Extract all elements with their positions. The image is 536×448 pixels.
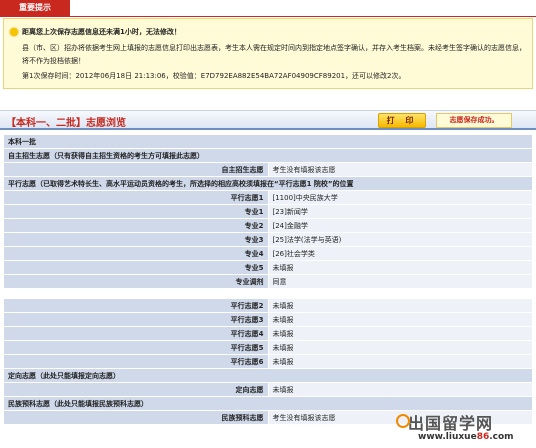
- table-row: 自主招生志愿 考生没有填报该志愿: [3, 162, 533, 177]
- row-label: 专业1: [3, 204, 269, 219]
- row-label: 平行志愿2: [3, 298, 269, 313]
- row-value: 未填报: [267, 326, 533, 341]
- table-row: 专业2 [24]金融学: [3, 218, 533, 233]
- table-row: 平行志愿4 未填报: [3, 326, 533, 341]
- table-row: 定向志愿 未填报: [3, 382, 533, 397]
- row-value: [1100]中央民族大学: [267, 190, 533, 205]
- table-row: 平行志愿2 未填报: [3, 298, 533, 313]
- table-row: 专业调剂 同意: [3, 274, 533, 289]
- title-bar: 【本科一、二批】志愿浏览 打 印 志愿保存成功。: [0, 110, 536, 130]
- row-value: 未填报: [267, 312, 533, 327]
- row-label: 专业调剂: [3, 274, 269, 289]
- table-row: 平行志愿5 未填报: [3, 340, 533, 355]
- table-row: 专业4 [26]社会学类: [3, 246, 533, 261]
- watermark-url: www.liuxue86.com: [418, 432, 514, 442]
- table-spacer: [3, 288, 533, 299]
- row-label: 平行志愿6: [3, 354, 269, 369]
- directed-header: 定向志愿（此处只能填报定向志愿）: [3, 368, 533, 383]
- row-label: 民族预科志愿: [3, 410, 269, 425]
- table-row: 定向志愿（此处只能填报定向志愿）: [3, 368, 533, 383]
- table-row: 平行志愿3 未填报: [3, 312, 533, 327]
- watermark-url-c: .com: [489, 432, 514, 442]
- row-value: 未填报: [267, 298, 533, 313]
- print-button[interactable]: 打 印: [378, 113, 426, 128]
- autonomy-header: 自主招生志愿（只有获得自主招生资格的考生方可填报此志愿）: [3, 148, 533, 163]
- preference-table: 本科一批 自主招生志愿（只有获得自主招生资格的考生方可填报此志愿） 自主招生志愿…: [3, 134, 533, 425]
- parallel-header: 平行志愿（已取得艺术特长生、高水平运动员资格的考生，所选择的相应高校须填报在“平…: [3, 176, 533, 191]
- row-label: 专业4: [3, 246, 269, 261]
- watermark-url-a: www.liuxue: [418, 432, 477, 442]
- notice-box: 距离您上次保存志愿信息还未满1小时，无法修改！ 县（市、区）招办将依据考生网上填…: [3, 18, 533, 89]
- lightbulb-icon: [10, 28, 18, 36]
- table-row: 自主招生志愿（只有获得自主招生资格的考生方可填报此志愿）: [3, 148, 533, 163]
- row-label: 专业5: [3, 260, 269, 275]
- row-label: 平行志愿4: [3, 326, 269, 341]
- row-value: [24]金融学: [267, 218, 533, 233]
- page-title: 【本科一、二批】志愿浏览: [6, 118, 126, 129]
- row-value: 未填报: [267, 382, 533, 397]
- row-value: 未填报: [267, 340, 533, 355]
- save-time: 2012年06月18日 21:13:06: [75, 72, 166, 80]
- save-time-label: 第1次保存时间：: [22, 72, 76, 80]
- notice-divider: [0, 16, 536, 17]
- row-label: 平行志愿1: [3, 190, 269, 205]
- row-label: 专业2: [3, 218, 269, 233]
- check-label: ，校验值：: [165, 72, 201, 80]
- row-value: [26]社会学类: [267, 246, 533, 261]
- row-label: 专业3: [3, 232, 269, 247]
- row-label: 定向志愿: [3, 382, 269, 397]
- save-success-badge: 志愿保存成功。: [436, 113, 512, 128]
- row-value: 未填报: [267, 354, 533, 369]
- table-row: 专业3 [25]法学(法学与英语): [3, 232, 533, 247]
- row-label: 平行志愿5: [3, 340, 269, 355]
- row-value: 同意: [267, 274, 533, 289]
- check-value: E7D792EA882E54BA72AF04909CF89201: [200, 72, 346, 80]
- table-row: 专业1 [23]新闻学: [3, 204, 533, 219]
- row-value: [23]新闻学: [267, 204, 533, 219]
- batch-header: 本科一批: [3, 134, 533, 149]
- watermark-logo-text: 出国留学网: [408, 414, 494, 433]
- minority-header: 民族预科志愿（此处只能填报民族预科志愿）: [3, 396, 533, 411]
- row-label: 平行志愿3: [3, 312, 269, 327]
- table-row: 平行志愿6 未填报: [3, 354, 533, 369]
- table-row: 本科一批: [3, 134, 533, 149]
- watermark: 出国留学网 www.liuxue86.com: [396, 410, 532, 446]
- table-row: 民族预科志愿（此处只能填报民族预科志愿）: [3, 396, 533, 411]
- notice-tab: 重要提示: [0, 0, 70, 16]
- spacer-cell: [3, 288, 533, 299]
- row-value: [25]法学(法学与英语): [267, 232, 533, 247]
- notice-line-warning: 距离您上次保存志愿信息还未满1小时，无法修改！: [22, 28, 181, 36]
- row-label: 自主招生志愿: [3, 162, 269, 177]
- notice-line-instruction: 县（市、区）招办将依据考生网上填报的志愿信息打印出志愿表，考生本人需在规定时间内…: [22, 44, 526, 65]
- table-row: 平行志愿（已取得艺术特长生、高水平运动员资格的考生，所选择的相应高校须填报在“平…: [3, 176, 533, 191]
- table-row: 平行志愿1 [1100]中央民族大学: [3, 190, 533, 205]
- remaining-edits: ，还可以修改2次。: [345, 72, 406, 80]
- row-value: 未填报: [267, 260, 533, 275]
- watermark-url-b: 86: [476, 432, 490, 442]
- table-row: 专业5 未填报: [3, 260, 533, 275]
- row-value: 考生没有填报该志愿: [267, 162, 533, 177]
- notice-line-save-info: 第1次保存时间：2012年06月18日 21:13:06，校验值：E7D792E…: [22, 71, 406, 81]
